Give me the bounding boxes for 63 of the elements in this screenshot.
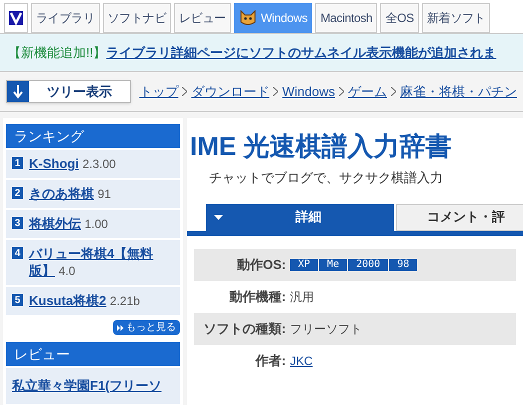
rank-number: 5	[12, 294, 23, 306]
nav-tab-label: Macintosh	[320, 10, 372, 27]
nav-tab-label: 全OS	[385, 10, 414, 27]
banner-link[interactable]: ライブラリ詳細ページにソフトのサムネイル表示機能が追加されま	[106, 42, 496, 62]
nav-tab-label: 新着ソフト	[426, 10, 486, 27]
tree-view-button[interactable]: ツリー表示	[6, 80, 132, 103]
breadcrumb-link[interactable]: ゲーム	[348, 82, 387, 102]
ranking-item[interactable]: 2 きのあ将棋 91	[6, 180, 180, 208]
detail-value: フリーソフト	[290, 320, 362, 338]
nav-tab[interactable]: 新着ソフト	[422, 3, 490, 33]
ranking-item[interactable]: 4 バリュー将棋4【無料版】 4.0	[6, 240, 180, 285]
double-arrow-icon	[117, 324, 124, 330]
rank-number: 2	[12, 187, 23, 199]
more-button[interactable]: もっと見る	[113, 320, 180, 335]
ranking-entry[interactable]: バリュー将棋4【無料版】 4.0	[29, 245, 174, 280]
rank-number: 3	[12, 217, 23, 229]
software-subtitle: チャットでブログで、サクサク棋譜入力	[208, 169, 444, 187]
nav-tab-label: ライブラリ	[36, 10, 95, 27]
review-item[interactable]: 私立華々学園F1(フリーソ	[6, 368, 180, 404]
nav-tab-label: ソフトナビ	[108, 10, 166, 27]
chevron-icon	[182, 87, 188, 96]
detail-tab[interactable]: 詳細	[206, 204, 394, 230]
breadcrumb-link[interactable]: トップ	[139, 82, 178, 102]
ranking-item[interactable]: 5 Kusuta将棋2 2.21b	[6, 287, 180, 315]
nav-tab[interactable]: ライブラリ	[31, 3, 100, 33]
detail-label: ソフトの種類:	[202, 320, 286, 336]
breadcrumb-link[interactable]: 麻雀・将棋・パチン	[400, 82, 517, 102]
author-link[interactable]: JKC	[290, 352, 313, 370]
nav-tab[interactable]: Macintosh	[315, 3, 378, 33]
rank-number: 4	[12, 247, 23, 259]
section-header: ランキング	[6, 124, 180, 148]
ranking-entry[interactable]: きのあ将棋 91	[29, 185, 111, 203]
nav-tab-label: レビュー	[179, 10, 226, 27]
ranking-entry[interactable]: 将棋外伝 1.00	[29, 215, 108, 233]
os-badge: Me	[319, 258, 348, 270]
ranking-item[interactable]: 3 将棋外伝 1.00	[6, 210, 180, 238]
breadcrumb-link[interactable]: ダウンロード	[191, 82, 270, 102]
logo-icon	[9, 11, 23, 25]
banner-tag: 【新機能追加!!】	[8, 42, 106, 62]
nav-tab-label: Windows	[260, 10, 308, 27]
os-badge: 2000	[348, 258, 388, 270]
chevron-icon	[339, 87, 344, 96]
detail-label: 作者:	[254, 352, 286, 368]
detail-label: 動作OS:	[236, 256, 286, 272]
chevron-icon	[391, 87, 396, 96]
detail-value: 汎用	[290, 288, 314, 306]
ranking-entry[interactable]: K-Shogi 2.3.00	[29, 155, 116, 173]
breadcrumb-link[interactable]: Windows	[282, 82, 335, 102]
site-logo[interactable]	[4, 3, 28, 33]
dropdown-triangle-icon	[214, 214, 223, 220]
chevron-icon	[273, 87, 278, 96]
section-header: レビュー	[6, 342, 180, 366]
nav-tab[interactable]: 全OS	[380, 3, 419, 33]
os-badge: XP	[290, 258, 318, 270]
os-badge: 98	[389, 258, 418, 270]
nav-tab[interactable]: レビュー	[174, 3, 231, 33]
software-title: IME 光速棋譜入力辞書	[189, 130, 452, 162]
detail-tab[interactable]: コメント・評	[396, 204, 523, 230]
ranking-entry[interactable]: Kusuta将棋2 2.21b	[29, 292, 140, 310]
nav-tab[interactable]: ソフトナビ	[102, 3, 172, 33]
ranking-item[interactable]: 1 K-Shogi 2.3.00	[6, 150, 180, 178]
detail-label: 動作機種:	[228, 288, 286, 304]
rank-number: 1	[12, 157, 23, 169]
